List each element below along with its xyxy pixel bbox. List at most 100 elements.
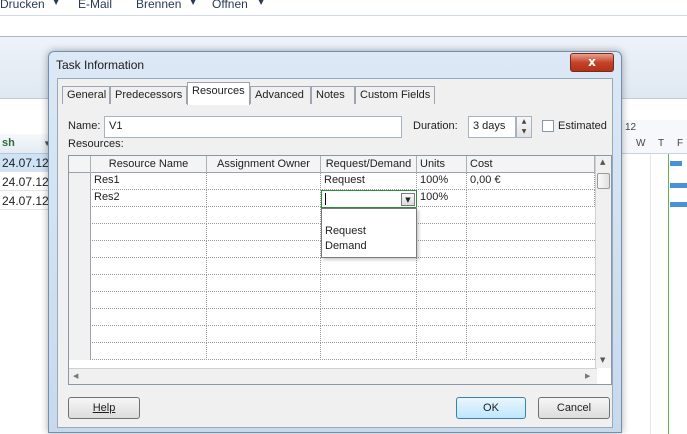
duration-spinner[interactable]: ▲ ▼ (516, 116, 532, 138)
row-header[interactable] (69, 173, 91, 190)
table-row[interactable]: Res2 ▼ 100% (69, 190, 595, 208)
tab-custom-fields[interactable]: Custom Fields (355, 86, 435, 104)
request-demand-cell[interactable]: Request (321, 173, 417, 190)
row-header[interactable] (69, 241, 91, 258)
tab-general[interactable]: General (62, 86, 110, 104)
units-cell[interactable]: 100% (417, 190, 467, 207)
grid-corner[interactable] (69, 156, 91, 173)
tab-advanced[interactable]: Advanced (250, 86, 311, 104)
empty-cell[interactable] (321, 309, 417, 326)
scroll-thumb[interactable] (597, 173, 610, 189)
row-header[interactable] (69, 343, 91, 360)
row-header[interactable] (69, 190, 91, 207)
empty-row[interactable] (69, 258, 595, 275)
ok-button[interactable]: OK (456, 397, 526, 419)
col-units[interactable]: Units (417, 156, 467, 173)
empty-cell[interactable] (207, 224, 321, 241)
empty-cell[interactable] (207, 241, 321, 258)
empty-cell[interactable] (417, 343, 467, 360)
print-dropdown-icon[interactable]: ▼ (53, 0, 59, 6)
help-button[interactable]: Help (68, 397, 140, 419)
empty-cell[interactable] (207, 292, 321, 309)
col-resource-name[interactable]: Resource Name (91, 156, 207, 173)
empty-cell[interactable] (417, 326, 467, 343)
duration-field[interactable]: 3 days (468, 116, 516, 138)
cancel-button[interactable]: Cancel (538, 397, 610, 419)
tab-predecessors[interactable]: Predecessors (110, 86, 187, 104)
gantt-bar[interactable] (670, 202, 687, 207)
empty-cell[interactable] (207, 343, 321, 360)
gantt-bar[interactable] (670, 183, 687, 188)
empty-cell[interactable] (207, 207, 321, 224)
row-header[interactable] (69, 309, 91, 326)
col-request-demand[interactable]: Request/Demand (321, 156, 417, 173)
empty-cell[interactable] (207, 258, 321, 275)
col-assignment-owner[interactable]: Assignment Owner (207, 156, 321, 173)
spin-up-icon[interactable]: ▲ (517, 117, 531, 127)
empty-cell[interactable] (207, 326, 321, 343)
units-cell[interactable]: 100% (417, 173, 467, 190)
empty-cell[interactable] (417, 224, 467, 241)
scroll-right-icon[interactable]: ▶ (585, 372, 590, 380)
gantt-bar[interactable] (670, 161, 682, 166)
row-header[interactable] (69, 207, 91, 224)
empty-cell[interactable] (91, 292, 207, 309)
dropdown-option-request[interactable]: Request (325, 225, 366, 237)
cost-cell[interactable] (467, 190, 595, 207)
empty-cell[interactable] (91, 326, 207, 343)
scroll-left-icon[interactable]: ◀ (73, 372, 78, 380)
grid-horizontal-scrollbar[interactable]: ◀ ▶ (69, 368, 597, 384)
resource-name-cell[interactable]: Res2 (91, 190, 207, 207)
empty-cell[interactable] (321, 275, 417, 292)
empty-cell[interactable] (207, 309, 321, 326)
estimated-checkbox[interactable] (542, 120, 554, 132)
dropdown-option-demand[interactable]: Demand (325, 240, 367, 252)
empty-cell[interactable] (321, 258, 417, 275)
scroll-up-icon[interactable]: ▲ (600, 158, 605, 166)
empty-cell[interactable] (417, 292, 467, 309)
empty-cell[interactable] (321, 326, 417, 343)
email-menu[interactable]: E-Mail (78, 0, 112, 11)
resource-name-cell[interactable]: Res1 (91, 173, 207, 190)
row-header[interactable] (69, 275, 91, 292)
burn-menu[interactable]: Brennen (136, 0, 181, 11)
tab-notes[interactable]: Notes (311, 86, 355, 104)
empty-cell[interactable] (417, 241, 467, 258)
name-field[interactable]: V1 (104, 116, 402, 138)
empty-row[interactable] (69, 292, 595, 309)
empty-cell[interactable] (207, 275, 321, 292)
empty-row[interactable] (69, 309, 595, 326)
row-header[interactable] (69, 292, 91, 309)
spin-down-icon[interactable]: ▼ (517, 127, 531, 137)
empty-cell[interactable] (417, 258, 467, 275)
empty-cell[interactable] (417, 309, 467, 326)
empty-cell[interactable] (91, 207, 207, 224)
grid-vertical-scrollbar[interactable]: ▲ ▼ (595, 156, 611, 368)
assignment-owner-cell[interactable] (207, 190, 321, 207)
col-cost[interactable]: Cost (467, 156, 595, 173)
open-menu[interactable]: Öffnen (212, 0, 248, 11)
empty-cell[interactable] (91, 309, 207, 326)
empty-cell[interactable] (91, 343, 207, 360)
print-menu[interactable]: Drucken (0, 0, 45, 11)
cost-cell[interactable]: 0,00 € (467, 173, 595, 190)
open-dropdown-icon[interactable]: ▼ (258, 0, 264, 6)
table-row[interactable]: Res1 Request 100% 0,00 € (69, 173, 595, 190)
empty-cell[interactable] (91, 224, 207, 241)
empty-cell[interactable] (91, 241, 207, 258)
empty-row[interactable] (69, 343, 595, 360)
row-header[interactable] (69, 224, 91, 241)
empty-cell[interactable] (417, 207, 467, 224)
tab-resources[interactable]: Resources (187, 82, 250, 105)
assignment-owner-cell[interactable] (207, 173, 321, 190)
row-header[interactable] (69, 326, 91, 343)
empty-cell[interactable] (321, 292, 417, 309)
empty-cell[interactable] (91, 275, 207, 292)
row-header[interactable] (69, 258, 91, 275)
empty-row[interactable] (69, 275, 595, 292)
request-demand-combo[interactable]: ▼ (321, 190, 417, 208)
burn-dropdown-icon[interactable]: ▼ (190, 0, 196, 6)
close-button[interactable]: x (570, 53, 614, 72)
chevron-down-icon[interactable]: ▼ (401, 193, 415, 206)
empty-cell[interactable] (91, 258, 207, 275)
